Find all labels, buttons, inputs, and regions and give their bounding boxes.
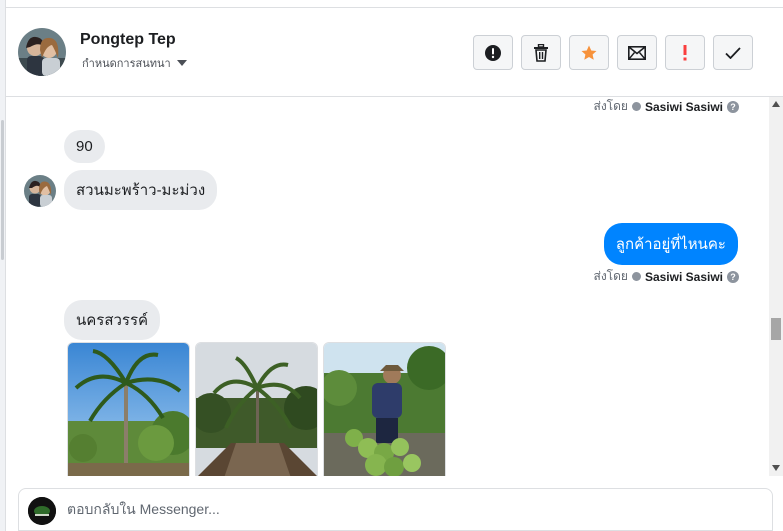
sender-badge-icon	[631, 272, 641, 281]
help-icon[interactable]: ?	[727, 100, 739, 113]
conversation-header: Pongtep Tep กำหนดการสนทนา	[6, 8, 783, 97]
coconut-harvest-photo[interactable]	[323, 342, 446, 476]
star-button[interactable]	[569, 35, 609, 70]
sender-name[interactable]: Sasiwi Sasiwi	[645, 270, 723, 284]
sent-by-label: ส่งโดย	[593, 269, 628, 283]
thread-scrollbar[interactable]	[769, 97, 783, 476]
scroll-up-arrow[interactable]	[772, 101, 780, 107]
scrollbar-thumb[interactable]	[771, 318, 781, 340]
scroll-down-arrow[interactable]	[772, 465, 780, 471]
help-icon[interactable]: ?	[727, 270, 739, 283]
messenger-conversation-window: Pongtep Tep กำหนดการสนทนา ส่งโดย Sasiwi …	[0, 0, 783, 531]
exclamation-circle-icon	[485, 44, 501, 61]
message-bubble-incoming: 90	[64, 130, 105, 163]
delete-button[interactable]	[521, 35, 561, 70]
coconut-canal-photo[interactable]	[195, 342, 318, 476]
envelope-icon	[628, 45, 646, 60]
sender-badge-icon	[631, 102, 641, 111]
reply-composer	[18, 488, 773, 531]
page-avatar	[28, 497, 56, 525]
check-icon	[725, 46, 741, 59]
conversation-toolbar	[473, 35, 753, 70]
conversation-menu-label: กำหนดการสนทนา	[82, 58, 171, 70]
sent-by-row: ส่งโดย Sasiwi Sasiwi ?	[593, 267, 739, 286]
star-icon	[581, 45, 597, 60]
coconut-tree-photo[interactable]	[67, 342, 190, 476]
sent-by-row: ส่งโดย Sasiwi Sasiwi ?	[593, 97, 739, 116]
contact-name[interactable]: Pongtep Tep	[80, 31, 176, 49]
message-bubble-incoming: สวนมะพร้าว-มะม่วง	[64, 170, 218, 210]
reply-input[interactable]	[67, 501, 667, 517]
trash-icon	[534, 43, 548, 62]
chevron-down-icon	[176, 60, 187, 66]
mark-unread-button[interactable]	[617, 35, 657, 70]
photo-attachments	[67, 342, 446, 476]
message-bubble-outgoing: ลูกค้าอยู่ที่ไหนคะ	[603, 223, 738, 265]
report-button[interactable]	[473, 35, 513, 70]
done-button[interactable]	[713, 35, 753, 70]
contact-avatar-small[interactable]	[24, 175, 56, 207]
contact-avatar[interactable]	[18, 28, 66, 76]
sent-by-label: ส่งโดย	[593, 99, 628, 113]
conversation-menu[interactable]: กำหนดการสนทนา	[82, 54, 187, 72]
sender-name[interactable]: Sasiwi Sasiwi	[645, 100, 723, 114]
exclamation-icon	[683, 44, 687, 60]
message-bubble-incoming: นครสวรรค์	[64, 300, 161, 340]
spam-button[interactable]	[665, 35, 705, 70]
message-thread[interactable]: ส่งโดย Sasiwi Sasiwi ? 90 สวนมะพร้าว-มะม…	[6, 97, 769, 476]
left-scrollbar-thumb[interactable]	[1, 120, 4, 260]
